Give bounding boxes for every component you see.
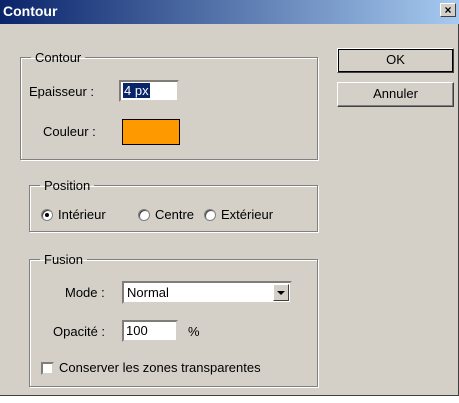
mode-label: Mode :	[65, 285, 105, 300]
thickness-label: Epaisseur :	[29, 84, 95, 99]
position-group: Position	[29, 178, 318, 232]
radio-interieur-label: Intérieur	[58, 207, 106, 222]
contour-group-legend: Contour	[35, 50, 82, 65]
color-swatch[interactable]	[122, 119, 180, 145]
preserve-transparency-label: Conserver les zones transparentes	[59, 360, 261, 375]
radio-exterieur-label: Extérieur	[221, 207, 274, 222]
thickness-value: 4 px	[123, 83, 150, 98]
opacity-input[interactable]: 100	[122, 320, 178, 342]
mode-value: Normal	[127, 285, 169, 300]
chevron-down-icon[interactable]	[273, 284, 289, 301]
cancel-button[interactable]: Annuler	[337, 82, 454, 107]
opacity-label: Opacité :	[53, 324, 106, 339]
radio-dot	[45, 213, 49, 217]
radio-interieur[interactable]	[41, 209, 53, 221]
ok-button[interactable]: OK	[337, 48, 454, 73]
preserve-transparency-checkbox[interactable]	[41, 362, 54, 375]
opacity-unit: %	[188, 324, 200, 339]
window-title: Contour	[3, 3, 58, 19]
contour-dialog: Contour × Contour Epaisseur : 4 px Coule…	[0, 0, 459, 396]
color-label: Couleur :	[43, 124, 96, 139]
close-button[interactable]: ×	[440, 3, 456, 17]
radio-exterieur[interactable]	[204, 209, 216, 221]
opacity-value: 100	[126, 323, 148, 338]
radio-centre[interactable]	[138, 209, 150, 221]
position-group-legend: Position	[44, 178, 91, 193]
fusion-group-legend: Fusion	[44, 252, 84, 267]
title-bar[interactable]: Contour ×	[0, 0, 459, 24]
close-icon: ×	[444, 3, 452, 17]
radio-centre-label: Centre	[155, 207, 195, 222]
mode-select[interactable]: Normal	[122, 281, 292, 304]
thickness-input[interactable]: 4 px	[119, 80, 179, 102]
